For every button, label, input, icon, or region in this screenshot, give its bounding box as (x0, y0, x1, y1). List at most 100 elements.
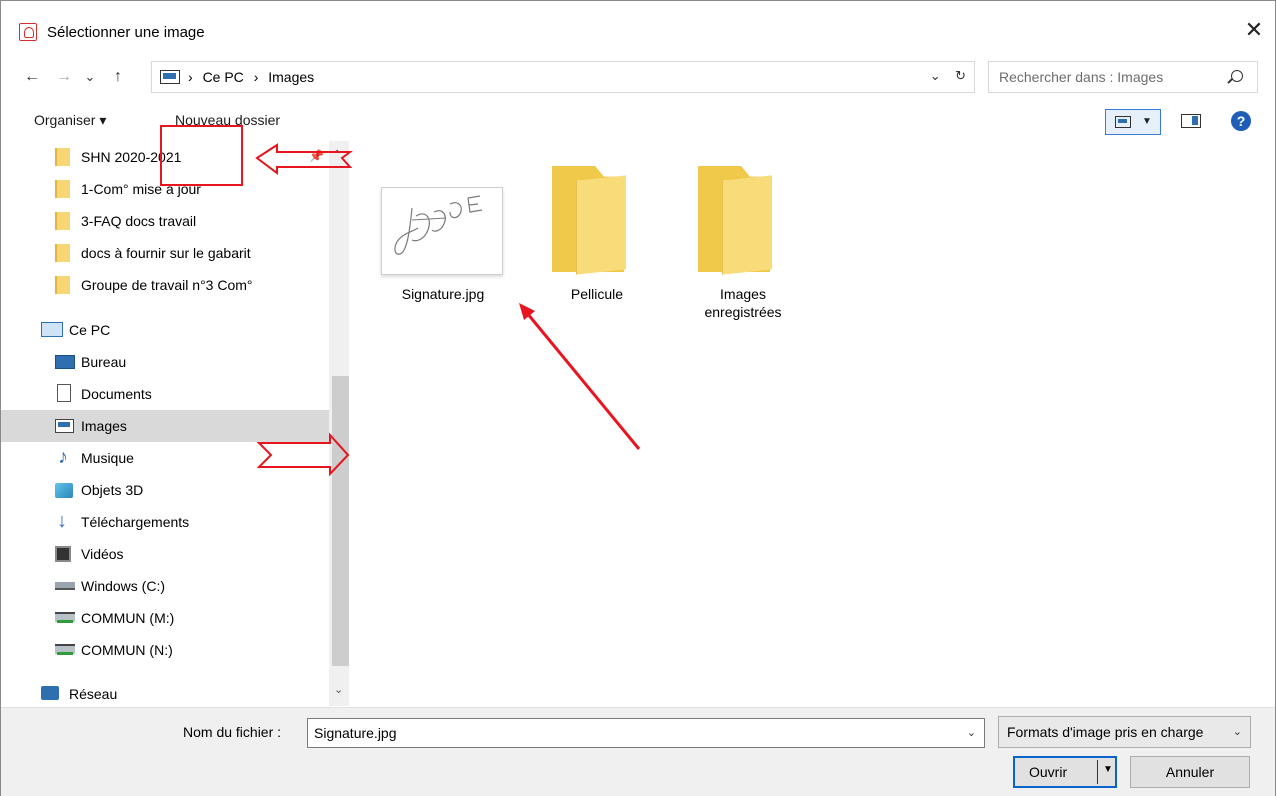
organize-button[interactable]: Organiser ▾ (34, 112, 106, 129)
pictures-icon (160, 70, 180, 84)
window-title: Sélectionner une image (47, 24, 205, 41)
split-divider (1097, 760, 1098, 784)
folder-icon (55, 180, 70, 198)
sidebar-item-commun-n[interactable]: COMMUN (N:) (1, 634, 329, 666)
3d-objects-icon (55, 483, 73, 498)
navigation-bar: ← → ⌄ ↑ › Ce PC › Images ⌄ ↻ Rechercher … (1, 57, 1275, 97)
sidebar-item-label: docs à fournir sur le gabarit (81, 245, 251, 261)
address-bar[interactable]: › Ce PC › Images ⌄ ↻ (151, 61, 975, 93)
chevron-down-icon[interactable]: ⌄ (334, 683, 343, 696)
sidebar-item-label: Réseau (69, 686, 118, 702)
file-type-value: Formats d'image pris en charge (1007, 724, 1204, 740)
filename-input[interactable]: Signature.jpg ⌄ (307, 718, 985, 748)
drive-icon (55, 582, 75, 590)
annotation-highlight-box (160, 125, 243, 186)
sidebar-item-videos[interactable]: Vidéos (1, 538, 329, 570)
sidebar-item-docs-gabarit[interactable]: docs à fournir sur le gabarit (1, 237, 329, 269)
close-button[interactable]: ✕ (1239, 15, 1269, 45)
folder-icon (55, 276, 70, 294)
sidebar-item-label: COMMUN (N:) (81, 642, 173, 658)
sidebar-item-bureau[interactable]: Bureau (1, 346, 329, 378)
sidebar-item-label: Bureau (81, 354, 127, 370)
breadcrumb-images[interactable]: Images (268, 69, 314, 85)
signature-image (394, 195, 483, 255)
open-button-label: Ouvrir (1029, 764, 1068, 780)
folder-icon (55, 148, 70, 166)
sidebar-item-label: Ce PC (69, 322, 111, 338)
title-bar: Sélectionner une image ✕ (1, 1, 1275, 51)
scrollbar-thumb[interactable] (332, 376, 349, 666)
sidebar-item-faq[interactable]: 3-FAQ docs travail (1, 205, 329, 237)
sidebar-item-label: Images (81, 418, 127, 434)
file-name-pellicule[interactable]: Pellicule (547, 285, 647, 303)
file-name-images-enregistrees[interactable]: Images enregistrées (693, 285, 793, 321)
chevron-down-icon[interactable]: ⌄ (967, 726, 976, 739)
search-placeholder: Rechercher dans : Images (999, 69, 1164, 85)
pin-icon[interactable]: 📌 (309, 149, 324, 163)
chevron-down-icon: ▼ (1142, 116, 1152, 127)
sidebar-item-groupe-travail[interactable]: Groupe de travail n°3 Com° (1, 269, 329, 301)
forward-button[interactable]: → (53, 65, 75, 89)
search-input[interactable]: Rechercher dans : Images (988, 61, 1258, 93)
chevron-down-icon: ⌄ (1232, 726, 1242, 738)
sidebar-item-ce-pc[interactable]: Ce PC (1, 314, 329, 346)
breadcrumb-ce-pc[interactable]: Ce PC (203, 69, 244, 85)
pictures-icon (55, 419, 74, 433)
sidebar-item-objets-3d[interactable]: Objets 3D (1, 474, 329, 506)
sidebar-item-label: Windows (C:) (81, 578, 166, 594)
sidebar-item-commun-m[interactable]: COMMUN (M:) (1, 602, 329, 634)
desktop-icon (55, 355, 75, 369)
file-type-select[interactable]: Formats d'image pris en charge ⌄ (998, 716, 1251, 748)
breadcrumb-separator: › (253, 69, 259, 85)
network-icon (41, 686, 59, 700)
change-view-button[interactable]: ▼ (1105, 109, 1161, 135)
file-name-signature[interactable]: Signature.jpg (381, 285, 505, 303)
music-icon: ♪ (58, 446, 68, 468)
sidebar-item-musique[interactable]: ♪ Musique (1, 442, 329, 474)
sidebar-item-label: Musique (81, 450, 134, 466)
sidebar-item-windows-c[interactable]: Windows (C:) (1, 570, 329, 602)
network-drive-icon (55, 644, 75, 655)
filename-label: Nom du fichier : (183, 724, 282, 740)
sidebar-item-label: Documents (81, 386, 152, 402)
view-icon (1115, 116, 1131, 128)
preview-pane-icon[interactable] (1181, 114, 1201, 128)
documents-icon (57, 384, 71, 402)
sidebar-item-label: Groupe de travail n°3 Com° (81, 277, 253, 293)
sidebar-item-label: Vidéos (81, 546, 124, 562)
sidebar-item-label: 3-FAQ docs travail (81, 213, 197, 229)
refresh-icon[interactable]: ↻ (955, 68, 966, 83)
navigation-pane: SHN 2020-2021 1-Com° mise à jour 3-FAQ d… (1, 141, 349, 706)
folder-icon[interactable] (552, 166, 626, 275)
sidebar-item-label: Objets 3D (81, 482, 144, 498)
open-button[interactable]: Ouvrir ▼ (1013, 756, 1117, 788)
address-controls: ⌄ ↻ (930, 68, 966, 84)
folder-icon (55, 212, 70, 230)
address-dropdown-icon[interactable]: ⌄ (930, 68, 941, 83)
sidebar-item-documents[interactable]: Documents (1, 378, 329, 410)
help-icon[interactable]: ? (1231, 111, 1251, 131)
downloads-icon: ↓ (57, 510, 67, 532)
breadcrumb-separator: › (188, 69, 193, 85)
sidebar-item-label: Téléchargements (81, 514, 190, 530)
folder-icon (55, 244, 70, 262)
file-open-dialog: Sélectionner une image ✕ ← → ⌄ ↑ › Ce PC… (0, 0, 1276, 796)
filename-value: Signature.jpg (314, 725, 397, 741)
chevron-up-icon[interactable]: ⌃ (333, 149, 341, 160)
breadcrumb: › Ce PC › Images (188, 69, 320, 85)
sidebar-item-images[interactable]: Images (1, 410, 329, 442)
back-button[interactable]: ← (21, 65, 43, 89)
network-drive-icon (55, 612, 75, 623)
sidebar-item-label: COMMUN (M:) (81, 610, 175, 626)
sidebar-item-reseau[interactable]: Réseau (1, 678, 329, 710)
signature-thumbnail[interactable] (381, 187, 503, 275)
computer-icon (41, 322, 63, 337)
recent-locations-button[interactable]: ⌄ (79, 65, 101, 89)
cancel-button[interactable]: Annuler (1130, 756, 1250, 788)
sidebar-item-telechargements[interactable]: ↓ Téléchargements (1, 506, 329, 538)
acrobat-icon (19, 23, 37, 41)
chevron-down-icon[interactable]: ▼ (1103, 764, 1113, 775)
cancel-button-label: Annuler (1165, 764, 1215, 780)
folder-icon[interactable] (698, 166, 772, 275)
up-button[interactable]: ↑ (107, 65, 129, 89)
